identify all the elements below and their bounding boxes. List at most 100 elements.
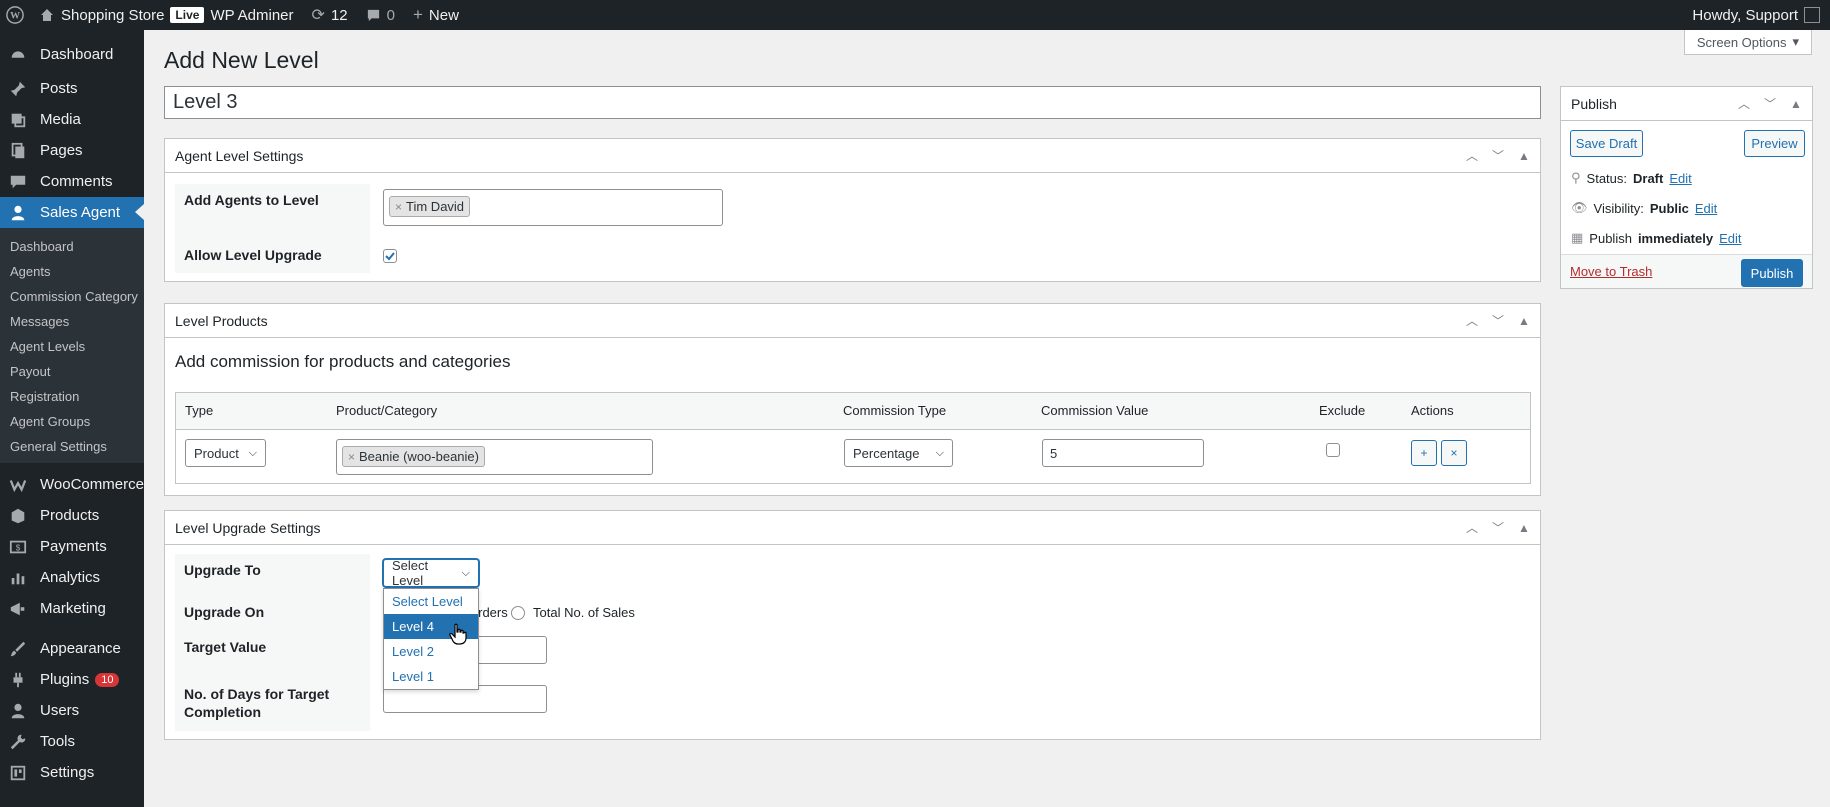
commission-value-input[interactable]: 5 — [1042, 439, 1204, 467]
submenu-payout[interactable]: Payout — [0, 359, 144, 384]
move-up-icon[interactable]: ︿ — [1466, 521, 1478, 535]
add-agents-select[interactable]: × Tim David — [383, 189, 723, 226]
commission-type-select[interactable]: Percentage ⌵ — [844, 439, 953, 467]
site-name-link[interactable]: Shopping Store Live WP Adminer — [30, 0, 303, 30]
menu-label: Dashboard — [40, 46, 114, 63]
menu-plugins[interactable]: Plugins 10 — [0, 664, 144, 695]
move-down-icon[interactable]: ﹀ — [1492, 314, 1504, 328]
menu-users[interactable]: Users — [0, 695, 144, 726]
menu-comments[interactable]: Comments — [0, 166, 144, 197]
updates-link[interactable]: ⟳ 12 — [303, 0, 357, 30]
remove-tag-icon[interactable]: × — [395, 200, 402, 214]
submenu-general-settings[interactable]: General Settings — [0, 434, 144, 459]
exclude-checkbox[interactable] — [1326, 443, 1340, 457]
checkmark-icon — [385, 252, 395, 261]
submenu-agent-levels[interactable]: Agent Levels — [0, 334, 144, 359]
toggle-panel-icon[interactable]: ▲ — [1790, 97, 1802, 111]
column-header: Commission Value — [1041, 403, 1149, 418]
move-down-icon[interactable]: ﹀ — [1492, 521, 1504, 535]
allow-upgrade-label: Allow Level Upgrade — [184, 247, 322, 263]
publish-button[interactable]: Publish — [1741, 259, 1803, 287]
toggle-panel-icon[interactable]: ▲ — [1518, 314, 1530, 328]
edit-publish-time-link[interactable]: Edit — [1719, 231, 1741, 246]
menu-label: Users — [40, 702, 80, 719]
menu-tools[interactable]: Tools — [0, 726, 144, 757]
submenu-agent-groups[interactable]: Agent Groups — [0, 409, 144, 434]
chevron-down-icon: ⌵ — [248, 446, 257, 459]
menu-products[interactable]: Products — [0, 500, 144, 531]
plus-icon: + — [412, 5, 423, 24]
move-up-icon[interactable]: ︿ — [1466, 314, 1478, 328]
sales-agent-submenu: Dashboard Agents Commission Category Mes… — [0, 228, 144, 463]
preview-button[interactable]: Preview — [1744, 130, 1805, 157]
dropdown-option[interactable]: Select Level — [384, 589, 478, 614]
dropdown-option[interactable]: Level 1 — [384, 664, 478, 689]
days-label-line2: Completion — [184, 704, 261, 720]
add-agents-label: Add Agents to Level — [184, 192, 319, 208]
wordpress-logo-icon[interactable]: W — [0, 0, 30, 30]
submenu-messages[interactable]: Messages — [0, 309, 144, 334]
my-account[interactable]: Howdy, Support — [1692, 7, 1830, 24]
add-row-button[interactable]: + — [1411, 440, 1437, 466]
publish-actions: Move to Trash Publish — [1561, 254, 1812, 288]
postbox-title: Level Products — [175, 312, 268, 329]
toggle-panel-icon[interactable]: ▲ — [1518, 149, 1530, 163]
type-select[interactable]: Product ⌵ — [185, 439, 266, 467]
column-header: Exclude — [1319, 403, 1366, 418]
brush-icon — [8, 639, 28, 659]
users-icon — [8, 701, 28, 721]
edit-status-link[interactable]: Edit — [1669, 171, 1691, 186]
submenu-dashboard[interactable]: Dashboard — [0, 234, 144, 259]
save-draft-button[interactable]: Save Draft — [1570, 130, 1643, 157]
commission-type-value: Percentage — [853, 445, 920, 461]
menu-marketing[interactable]: Marketing — [0, 593, 144, 624]
visibility-row: 👁 Visibility: Public Edit — [1571, 200, 1717, 216]
target-value-label: Target Value — [184, 639, 267, 655]
menu-analytics[interactable]: Analytics — [0, 562, 144, 593]
caret-down-icon: ▾ — [1792, 34, 1799, 49]
menu-label: Tools — [40, 733, 76, 750]
upgrade-to-select[interactable]: Select Level ⌵ — [383, 558, 479, 588]
new-content-link[interactable]: + New — [404, 0, 468, 30]
toggle-panel-icon[interactable]: ▲ — [1518, 521, 1530, 535]
new-label: New — [428, 6, 459, 24]
postbox-title: Agent Level Settings — [175, 147, 304, 164]
submenu-commission-category[interactable]: Commission Category — [0, 284, 144, 309]
remove-tag-icon[interactable]: × — [348, 450, 355, 464]
svg-text:$: $ — [16, 543, 21, 552]
move-up-icon[interactable]: ︿ — [1738, 97, 1750, 111]
comments-link[interactable]: 0 — [357, 0, 404, 30]
level-title-input[interactable]: Level 3 — [164, 86, 1541, 119]
menu-posts[interactable]: Posts — [0, 73, 144, 104]
move-down-icon[interactable]: ﹀ — [1492, 149, 1504, 163]
menu-appearance[interactable]: Appearance — [0, 633, 144, 664]
menu-pages[interactable]: Pages — [0, 135, 144, 166]
agent-tag: × Tim David — [389, 196, 471, 217]
move-to-trash-link[interactable]: Move to Trash — [1570, 264, 1652, 279]
postbox-title: Level Upgrade Settings — [175, 519, 321, 536]
remove-row-button[interactable]: × — [1441, 440, 1467, 466]
commission-heading: Add commission for products and categori… — [175, 352, 511, 371]
site-name: Shopping Store — [61, 6, 165, 24]
product-category-select[interactable]: × Beanie (woo-beanie) — [336, 439, 653, 475]
screen-options-button[interactable]: Screen Options ▾ — [1683, 30, 1812, 55]
menu-settings[interactable]: Settings — [0, 757, 144, 788]
edit-visibility-link[interactable]: Edit — [1695, 201, 1717, 216]
menu-woocommerce[interactable]: WooCommerce — [0, 469, 144, 500]
allow-upgrade-checkbox[interactable] — [383, 249, 397, 263]
submenu-agents[interactable]: Agents — [0, 259, 144, 284]
submenu-registration[interactable]: Registration — [0, 384, 144, 409]
move-up-icon[interactable]: ︿ — [1466, 149, 1478, 163]
menu-dashboard[interactable]: Dashboard — [0, 39, 144, 70]
hand-cursor-icon — [449, 623, 467, 645]
menu-label: WooCommerce — [40, 476, 144, 493]
total-sales-radio[interactable] — [511, 606, 525, 620]
move-down-icon[interactable]: ﹀ — [1764, 97, 1776, 111]
product-tag-label: Beanie (woo-beanie) — [359, 449, 479, 464]
publish-box: Publish ︿ ﹀ ▲ Save Draft Preview ⚲ Statu… — [1560, 86, 1813, 289]
menu-sales-agent[interactable]: Sales Agent — [0, 197, 144, 228]
agent-level-settings-box: Agent Level Settings ︿ ﹀ ▲ Add Agents to… — [164, 138, 1541, 282]
menu-media[interactable]: Media — [0, 104, 144, 135]
upgrade-to-label: Upgrade To — [184, 562, 261, 578]
menu-payments[interactable]: $ Payments — [0, 531, 144, 562]
